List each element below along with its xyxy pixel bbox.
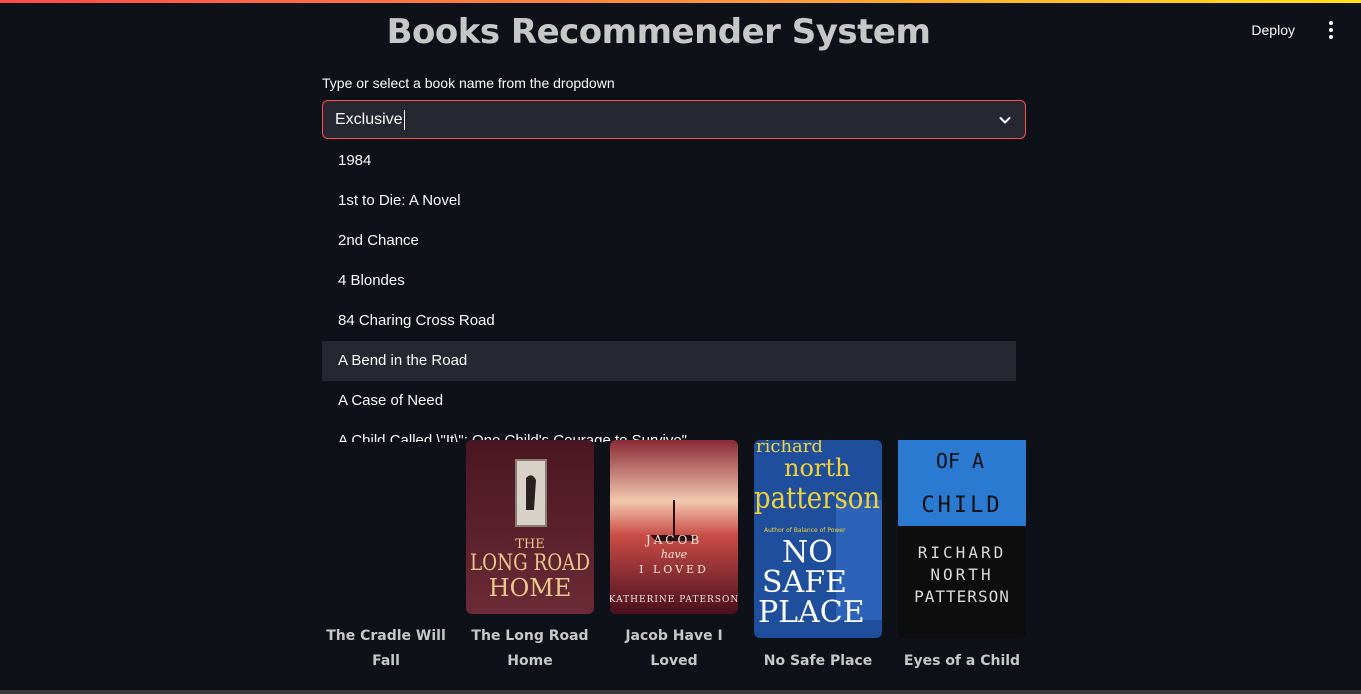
book-selectbox[interactable]: Exclusive xyxy=(322,100,1026,139)
recommended-books: The Cradle Will Fall THE LONG ROAD HOME xyxy=(322,440,1026,690)
book-title: No Safe Place xyxy=(763,653,873,669)
cover-text: Author of Balance of Power xyxy=(764,527,846,534)
app-root: Deploy Books Recommender System Type or … xyxy=(0,0,1361,694)
dropdown-item[interactable]: 84 Charing Cross Road xyxy=(322,301,1016,341)
header-actions: Deploy xyxy=(1245,18,1339,42)
menu-dot xyxy=(1329,35,1333,39)
book-cover-image: OF A CHILD RICHARD NORTH PATTERSON xyxy=(898,440,1026,638)
book-title: The Cradle Will Fall xyxy=(326,628,446,669)
dropdown-item[interactable]: 1984 xyxy=(322,141,1016,181)
book-title: The Long Road Home xyxy=(471,628,589,669)
chevron-down-icon[interactable] xyxy=(997,112,1013,128)
dropdown-item[interactable]: 2nd Chance xyxy=(322,221,1016,261)
cover-text: NORTH xyxy=(930,565,993,584)
dropdown-item[interactable]: 4 Blondes xyxy=(322,261,1016,301)
cover-text: have xyxy=(661,548,688,561)
cover-text: JACOB xyxy=(644,533,702,547)
deploy-button[interactable]: Deploy xyxy=(1245,18,1301,42)
cover-text: OF A xyxy=(936,449,984,473)
menu-dot xyxy=(1329,28,1333,32)
cover-text: PATTERSON xyxy=(914,587,1010,606)
select-label: Type or select a book name from the drop… xyxy=(322,75,615,91)
book-cover-image: JACOB have I LOVED KATHERINE PATERSON xyxy=(610,440,738,614)
cover-text: HOME xyxy=(489,574,572,602)
dropdown-item[interactable]: A Case of Need xyxy=(322,381,1016,421)
select-input-value[interactable]: Exclusive xyxy=(335,111,403,129)
menu-dot xyxy=(1329,21,1333,25)
text-caret xyxy=(403,109,405,130)
cover-text: THE xyxy=(515,537,545,552)
cover-text: I LOVED xyxy=(639,563,709,576)
book-title: Jacob Have I Loved xyxy=(625,628,723,669)
cover-text: KATHERINE PATERSON xyxy=(610,595,738,605)
dropdown-item-highlighted[interactable]: A Bend in the Road xyxy=(322,341,1016,381)
book-cover-image: THE LONG ROAD HOME xyxy=(466,440,594,614)
cover-text: patterson xyxy=(754,481,880,516)
window-bottom-border xyxy=(0,690,1361,694)
cover-text: PLACE xyxy=(758,595,865,630)
cover-text: LONG ROAD xyxy=(470,551,590,576)
dropdown-list[interactable]: 1984 1st to Die: A Novel 2nd Chance 4 Bl… xyxy=(322,141,1026,442)
page-title: Books Recommender System xyxy=(386,12,931,52)
cover-text: RICHARD xyxy=(918,543,1006,562)
cover-text: CHILD xyxy=(921,493,1002,518)
dropdown-item[interactable]: A Child Called \"It\": One Child's Coura… xyxy=(322,421,1016,442)
book-title: Eyes of a Child xyxy=(903,653,1021,669)
dropdown-item[interactable]: 1st to Die: A Novel xyxy=(322,181,1016,221)
top-decoration-bar xyxy=(0,0,1361,3)
cover-text: north xyxy=(784,454,850,482)
more-vertical-icon[interactable] xyxy=(1323,18,1339,42)
book-cover-image: richard north patterson Author of Balanc… xyxy=(754,440,882,638)
